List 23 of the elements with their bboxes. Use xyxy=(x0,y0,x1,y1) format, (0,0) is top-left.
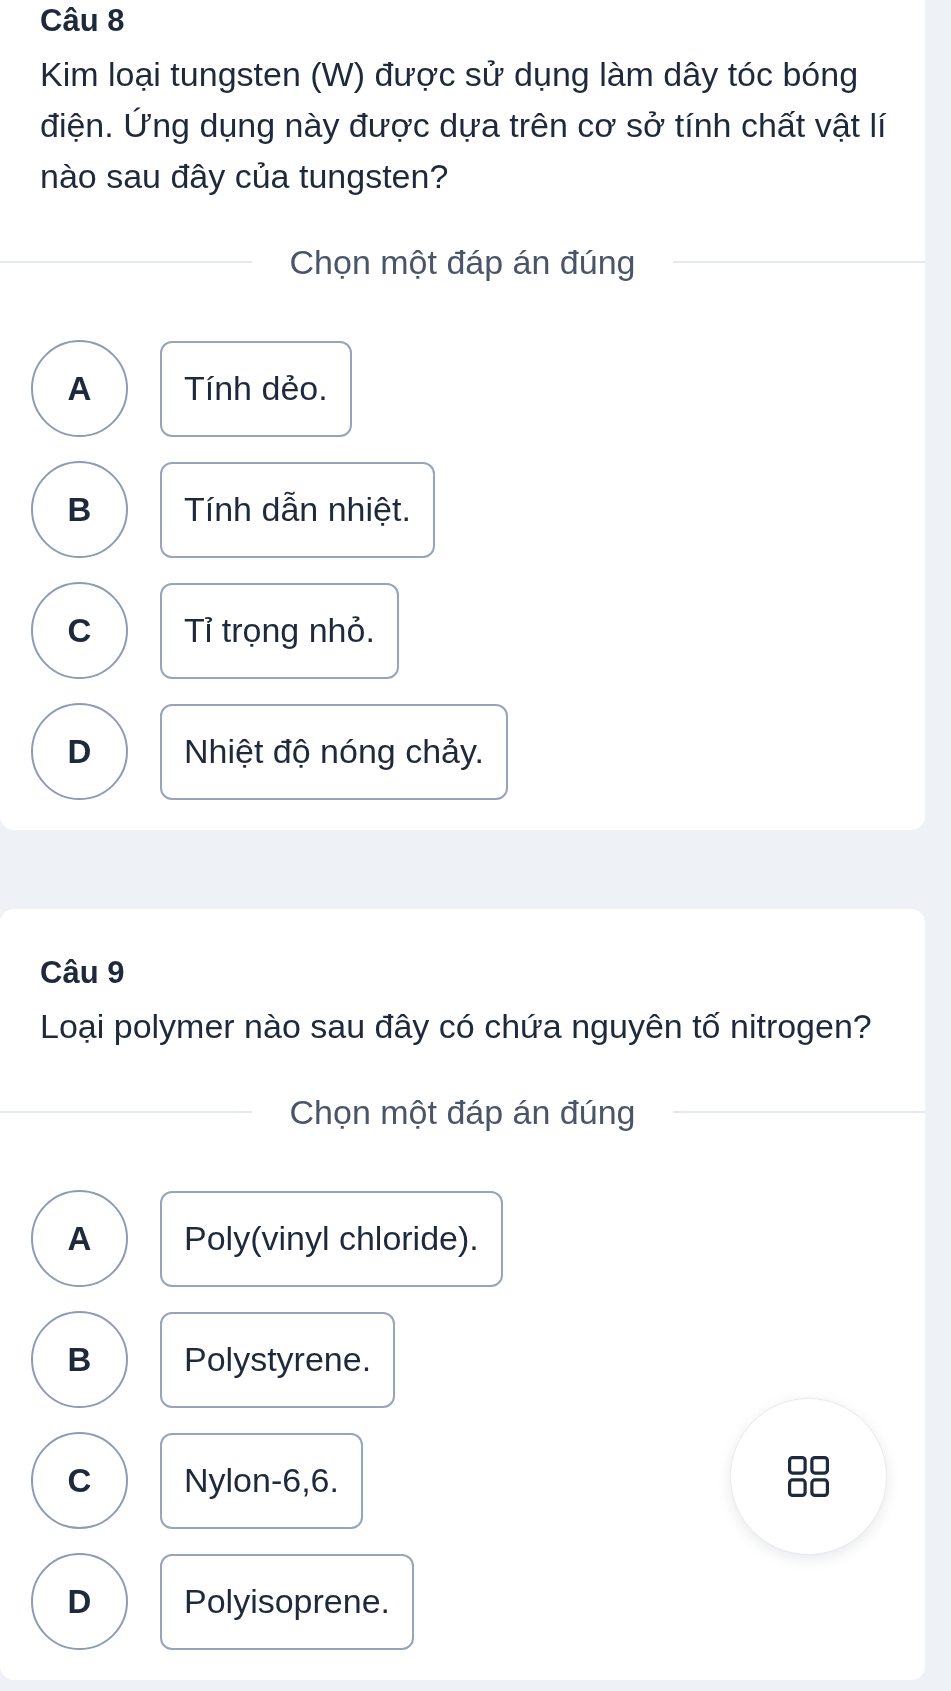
answer-option[interactable]: Nylon-6,6. xyxy=(160,1432,363,1529)
option-letter-button[interactable]: D xyxy=(31,1553,128,1650)
answer-option[interactable]: Polystyrene. xyxy=(160,1311,396,1408)
option-letter-button[interactable]: A xyxy=(31,1190,128,1287)
question-text: Kim loại tungsten (W) được sử dụng làm dây tóc bóng điện. Ứng dụng này được dựa trên cơ sở tính chất vật lí nào sau đây của tungsten? xyxy=(40,54,888,197)
answer-prompt: Chọn một đáp án đúng xyxy=(288,242,637,282)
option-letter-button[interactable]: B xyxy=(31,1311,128,1408)
option-letter-button[interactable]: B xyxy=(31,461,128,558)
question-number: Câu 8 xyxy=(40,2,126,40)
option-letter-button[interactable]: C xyxy=(31,1432,128,1529)
answer-option[interactable]: Nhiệt độ nóng chảy. xyxy=(160,703,508,800)
grid-icon xyxy=(788,1456,829,1497)
question-number: Câu 9 xyxy=(40,954,126,992)
answer-option[interactable]: Polyisoprene. xyxy=(160,1553,414,1650)
answer-prompt: Chọn một đáp án đúng xyxy=(288,1092,637,1132)
question-text: Loại polymer nào sau đây có chứa nguyên tố nitrogen? xyxy=(40,1006,873,1047)
answer-option[interactable]: Tỉ trọng nhỏ. xyxy=(160,582,399,679)
option-letter-button[interactable]: C xyxy=(31,582,128,679)
answer-option[interactable]: Poly(vinyl chloride). xyxy=(160,1190,503,1287)
answer-option[interactable]: Tính dẫn nhiệt. xyxy=(160,461,435,558)
option-letter-button[interactable]: D xyxy=(31,703,128,800)
option-letter-button[interactable]: A xyxy=(31,340,128,437)
answer-option[interactable]: Tính dẻo. xyxy=(160,340,352,437)
